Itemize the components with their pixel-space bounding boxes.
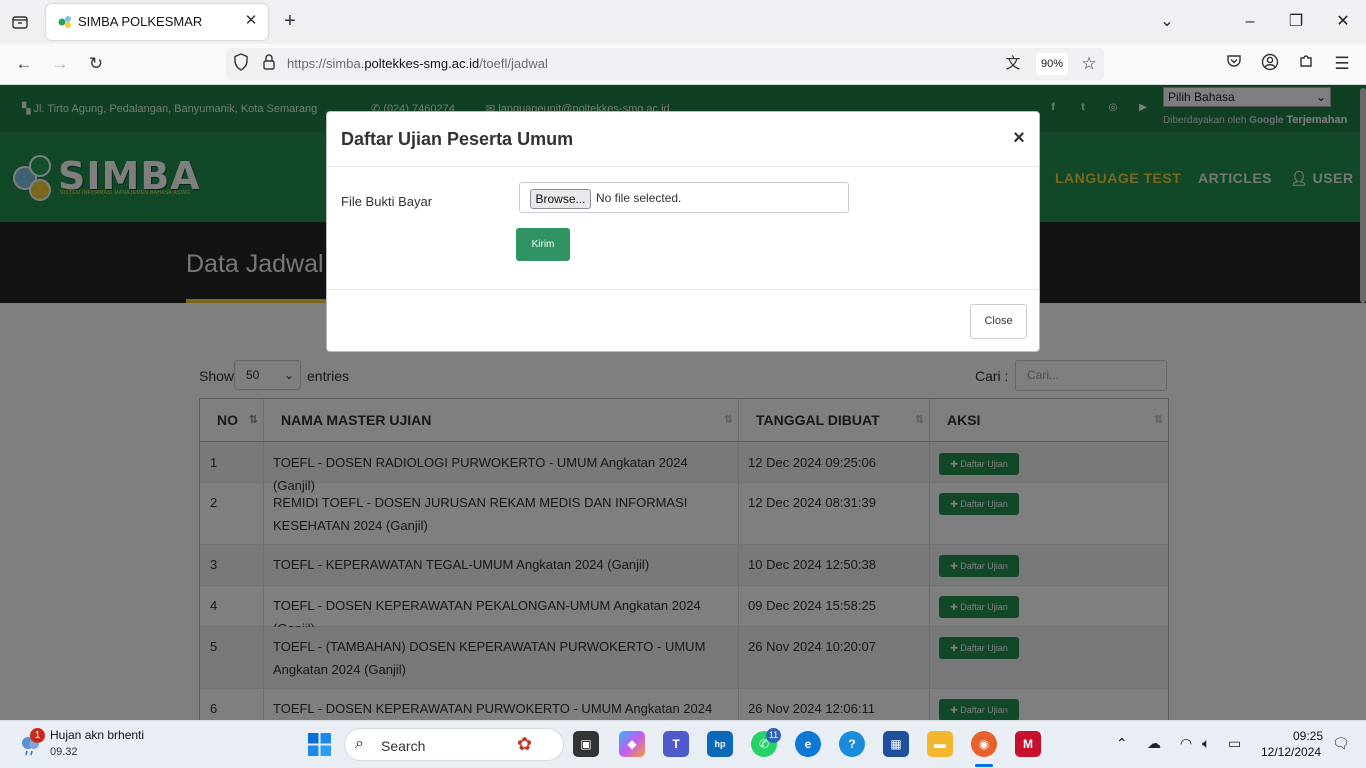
browser-tab-bar: SIMBA POLKESMAR ✕ + ⌄ – ❐ ✕ — [0, 0, 1366, 44]
modal-footer-divider — [327, 289, 1039, 290]
copilot-icon[interactable]: ◆ — [619, 731, 645, 757]
windows-taskbar: 1 Hujan akn brhenti 09.32 ⌕ Search ✿ ▣ ◆… — [0, 720, 1366, 768]
file-explorer-icon[interactable]: ▬ — [927, 731, 953, 757]
bookmark-star-icon[interactable]: ☆ — [1078, 53, 1100, 75]
simba-favicon-icon — [57, 14, 73, 30]
browse-button[interactable]: Browse... — [530, 189, 591, 209]
clock-time[interactable]: 09:25 — [1293, 729, 1323, 743]
browser-nav-bar: ← → ↻ https://simba.poltekkes-smg.ac.id/… — [0, 44, 1366, 85]
mcafee-icon[interactable]: M — [1015, 731, 1041, 757]
reload-icon[interactable]: ↻ — [85, 53, 107, 75]
weather-notification-badge: 1 — [30, 728, 45, 743]
window-close-icon[interactable]: ✕ — [1331, 10, 1355, 34]
minimize-icon[interactable]: – — [1238, 10, 1262, 34]
weather-text[interactable]: Hujan akn brhenti — [50, 728, 144, 742]
zoom-level-badge[interactable]: 90% — [1036, 53, 1068, 75]
page-scrollbar[interactable] — [1360, 88, 1366, 303]
menu-icon[interactable]: ☰ — [1331, 53, 1353, 75]
myhp-icon[interactable]: hp — [707, 731, 733, 757]
notifications-icon[interactable]: 🗨︎ — [1332, 735, 1350, 752]
browser-tab[interactable]: SIMBA POLKESMAR ✕ — [46, 4, 268, 40]
battery-icon[interactable]: ▭ — [1228, 735, 1241, 752]
modal-title: Daftar Ujian Peserta Umum — [341, 129, 574, 149]
new-tab-icon[interactable]: + — [279, 11, 301, 33]
teams-icon[interactable]: T — [663, 731, 689, 757]
back-icon[interactable]: ← — [13, 53, 35, 75]
onedrive-offline-icon[interactable]: ☁ — [1147, 735, 1161, 752]
windows-start-icon[interactable] — [308, 733, 331, 756]
weather-time: 09.32 — [50, 746, 78, 758]
show-hidden-icons-icon[interactable]: ⌃ — [1116, 735, 1128, 752]
payment-proof-file-input[interactable]: Browse... No file selected. — [519, 182, 849, 213]
tab-list-icon[interactable] — [10, 12, 30, 32]
firefox-icon[interactable]: ◉ — [971, 731, 997, 757]
pocket-icon[interactable] — [1223, 53, 1245, 75]
task-view-icon[interactable]: ▣ — [573, 731, 599, 757]
translate-icon[interactable]: 文 — [1002, 53, 1024, 75]
list-all-tabs-icon[interactable]: ⌄ — [1155, 10, 1179, 34]
active-app-indicator — [975, 764, 993, 767]
tab-title: SIMBA POLKESMAR — [78, 14, 203, 29]
lock-icon[interactable] — [258, 53, 280, 75]
tab-close-icon[interactable]: ✕ — [242, 12, 260, 30]
search-icon: ⌕ — [355, 735, 364, 752]
restore-icon[interactable]: ❐ — [1284, 10, 1308, 34]
edge-icon[interactable]: e — [795, 731, 821, 757]
url-text[interactable]: https://simba.poltekkes-smg.ac.id/toefl/… — [287, 56, 548, 71]
get-help-icon[interactable]: ? — [839, 731, 865, 757]
microsoft-store-icon[interactable]: ▦ — [883, 731, 909, 757]
account-icon[interactable] — [1259, 53, 1281, 75]
modal-header: Daftar Ujian Peserta Umum × — [327, 112, 1039, 167]
volume-icon[interactable]: 🔈︎ — [1202, 735, 1210, 752]
poinsettia-icon: ✿ — [517, 734, 533, 754]
whatsapp-badge: 11 — [766, 728, 781, 743]
wifi-icon[interactable]: ◠ — [1180, 735, 1192, 752]
forward-icon[interactable]: → — [49, 53, 71, 75]
clock-date[interactable]: 12/12/2024 — [1261, 745, 1321, 759]
payment-proof-label: File Bukti Bayar — [341, 194, 433, 209]
file-status-text: No file selected. — [596, 191, 682, 205]
close-button[interactable]: Close — [970, 304, 1027, 339]
extensions-icon[interactable] — [1295, 53, 1317, 75]
shield-icon[interactable] — [230, 53, 252, 75]
taskbar-search[interactable]: ⌕ Search ✿ — [344, 728, 564, 761]
submit-button[interactable]: Kirim — [516, 228, 570, 261]
register-exam-modal: Daftar Ujian Peserta Umum × File Bukti B… — [326, 111, 1040, 352]
url-bar[interactable]: https://simba.poltekkes-smg.ac.id/toefl/… — [226, 48, 1104, 80]
modal-close-icon[interactable]: × — [1009, 127, 1029, 149]
